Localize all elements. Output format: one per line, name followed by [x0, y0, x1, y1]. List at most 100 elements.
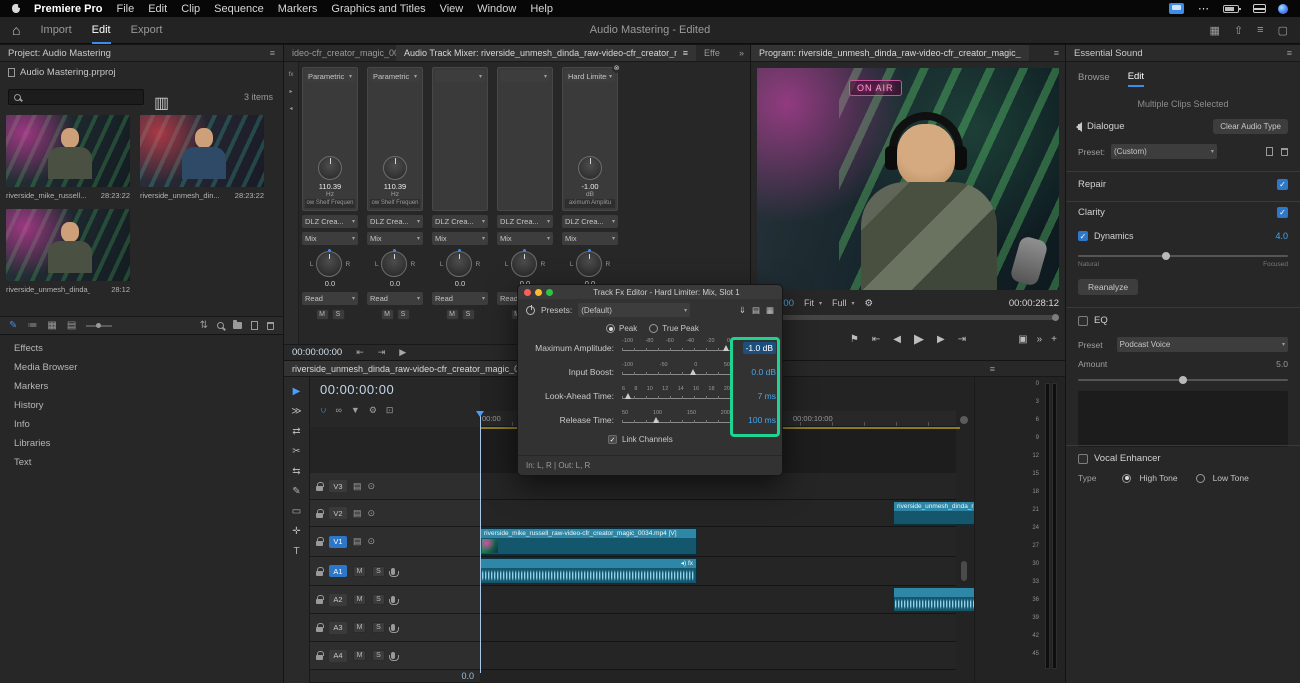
menu-help[interactable]: Help — [530, 3, 553, 15]
pan-knob[interactable] — [381, 249, 408, 277]
export-frame-icon[interactable]: ▣ — [1018, 334, 1027, 345]
output-dropdown[interactable]: Mix ▾ — [302, 232, 358, 245]
pen-tool[interactable]: ✎ — [292, 486, 300, 497]
high-tone-label[interactable]: High Tone — [1139, 473, 1177, 483]
mute-button[interactable]: M — [445, 309, 459, 320]
lock-icon[interactable] — [316, 537, 324, 546]
track-header-a4[interactable]: A4 M S — [310, 642, 480, 670]
panel-menu-icon[interactable]: ≡ — [984, 361, 1001, 376]
status-more-icon[interactable]: ⋯ — [1198, 2, 1209, 15]
new-bin-icon[interactable] — [233, 320, 242, 329]
menu-window[interactable]: Window — [477, 3, 516, 15]
go-to-in-icon[interactable]: ⇤ — [356, 347, 364, 358]
menu-edit[interactable]: Edit — [148, 3, 167, 15]
button-editor-icon[interactable]: + — [1051, 334, 1057, 345]
slip-tool[interactable]: ⇆ — [292, 466, 300, 477]
pan-knob[interactable] — [446, 249, 473, 277]
clip-name[interactable]: riverside_mike_russell... — [6, 191, 86, 200]
fx-slot-dropdown[interactable]: ▾ — [435, 70, 485, 82]
submix-dropdown[interactable]: DLZ Crea... ▾ — [497, 215, 553, 228]
dialog-titlebar[interactable]: Track Fx Editor - Hard Limiter: Mix, Slo… — [518, 285, 782, 299]
solo-button[interactable]: S — [372, 594, 385, 605]
eq-section-label[interactable]: EQ — [1094, 315, 1108, 326]
voiceover-record-icon[interactable] — [389, 567, 399, 577]
zoom-slider[interactable] — [86, 322, 113, 328]
panel-tab-media-browser[interactable]: Media Browser — [0, 358, 283, 377]
slider-handle[interactable] — [1162, 252, 1170, 260]
panel-tab-info[interactable]: Info — [0, 415, 283, 434]
track-select-tool[interactable]: ≫ — [291, 406, 301, 417]
fx-slot-dropdown[interactable]: Hard Limiter ▾ — [565, 70, 615, 82]
slider-handle[interactable] — [653, 417, 660, 423]
fx-slot-dropdown[interactable]: Parametric Ec▾ — [305, 70, 355, 82]
track-header-v2[interactable]: V2 ▤ ⊙ — [310, 500, 480, 527]
lock-icon[interactable] — [316, 481, 324, 491]
look-ahead-time-slider[interactable]: 6 8 10 12 14 16 18 20 — [620, 384, 732, 408]
find-icon[interactable] — [217, 322, 224, 329]
clarity-section-label[interactable]: Clarity — [1078, 207, 1105, 218]
selection-tool[interactable]: ▶ — [293, 386, 301, 397]
clip-thumbnail[interactable] — [140, 115, 264, 187]
panel-tab-history[interactable]: History — [0, 396, 283, 415]
track-fx-toggle-icon[interactable]: ▦ — [766, 305, 774, 316]
dynamics-checkbox[interactable]: ✓ — [1078, 231, 1088, 241]
low-tone-radio[interactable] — [1195, 473, 1205, 483]
panel-tab-markers[interactable]: Markers — [0, 377, 283, 396]
home-icon[interactable]: ⌂ — [12, 22, 20, 38]
peak-label[interactable]: Peak — [619, 324, 637, 333]
clip-fx-toggle-icon[interactable]: ▤ — [752, 305, 760, 316]
save-preset-icon[interactable]: ⇓ — [739, 305, 746, 316]
source-patch-icon[interactable]: ▤ — [353, 536, 362, 547]
vocal-enhancer-label[interactable]: Vocal Enhancer — [1094, 453, 1161, 464]
type-tool[interactable]: T — [293, 546, 299, 557]
voiceover-record-icon[interactable] — [389, 596, 399, 605]
clear-audio-type-button[interactable]: Clear Audio Type — [1213, 119, 1288, 134]
control-center-icon[interactable] — [1253, 4, 1266, 13]
param-value[interactable]: 7 ms — [758, 391, 776, 401]
panel-menu-icon[interactable]: ≡ — [270, 48, 275, 58]
repair-checkbox[interactable]: ✓ — [1277, 179, 1288, 190]
video-clip-v1[interactable]: riverside_mike_russell_raw-video-cfr_cre… — [480, 528, 697, 555]
rectangle-tool[interactable]: ▭ — [292, 506, 301, 517]
share-icon[interactable]: ⇧ — [1234, 24, 1243, 37]
essential-sound-title[interactable]: Essential Sound — [1074, 48, 1143, 59]
go-to-in-icon[interactable]: ⇤ — [872, 334, 880, 345]
lock-icon[interactable] — [316, 566, 324, 576]
automation-mode-dropdown[interactable]: Read ▾ — [367, 292, 423, 305]
track-output-eye-icon[interactable]: ⊙ — [368, 481, 376, 492]
edit-pencil-icon[interactable]: ✎ — [9, 320, 17, 331]
track-badge[interactable]: A4 — [329, 649, 347, 662]
master-gain-value[interactable]: 0.0 — [461, 671, 474, 681]
workspace-icon[interactable]: ▦ — [1210, 24, 1220, 37]
close-window-icon[interactable] — [524, 288, 531, 296]
add-marker-icon[interactable]: ▼ — [351, 405, 360, 416]
go-to-out-icon[interactable]: ⇥ — [958, 334, 966, 345]
mute-button[interactable]: M — [380, 309, 394, 320]
true-peak-label[interactable]: True Peak — [662, 324, 699, 333]
clip-thumbnail[interactable] — [6, 209, 130, 281]
panel-menu-icon[interactable]: ≡ — [1287, 48, 1292, 58]
preset-dropdown[interactable]: (Custom) ▾ — [1110, 144, 1217, 159]
linked-selection-icon[interactable]: ∞ — [335, 405, 341, 416]
fx-param-knob[interactable] — [318, 156, 342, 180]
pan-knob[interactable] — [316, 249, 343, 277]
program-scrubber[interactable] — [757, 314, 1059, 321]
settings-wrench-icon[interactable]: ⚙ — [865, 298, 874, 309]
track-header-v3[interactable]: V3 ▤ ⊙ — [310, 473, 480, 500]
show-sends-icon[interactable]: ▸ — [289, 88, 292, 95]
source-patch-icon[interactable]: ▤ — [353, 481, 362, 492]
clip-name[interactable]: riverside_unmesh_dinda_... — [6, 285, 90, 294]
mute-button[interactable]: M — [353, 650, 366, 661]
menu-graphics-and-titles[interactable]: Graphics and Titles — [331, 3, 425, 15]
track-header-a2[interactable]: A2 M S — [310, 586, 480, 614]
mute-button[interactable]: M — [353, 622, 366, 633]
fullscreen-icon[interactable]: ▢ — [1278, 24, 1288, 37]
project-file-name[interactable]: Audio Mastering.prproj — [20, 67, 116, 78]
low-tone-label[interactable]: Low Tone — [1213, 473, 1249, 483]
lock-icon[interactable] — [316, 651, 324, 660]
output-dropdown[interactable]: Mix ▾ — [497, 232, 553, 245]
solo-button[interactable]: S — [331, 309, 345, 320]
track-badge[interactable]: A1 — [329, 565, 347, 577]
search-box[interactable] — [8, 89, 144, 105]
captions-icon[interactable]: ⊡ — [386, 405, 394, 416]
